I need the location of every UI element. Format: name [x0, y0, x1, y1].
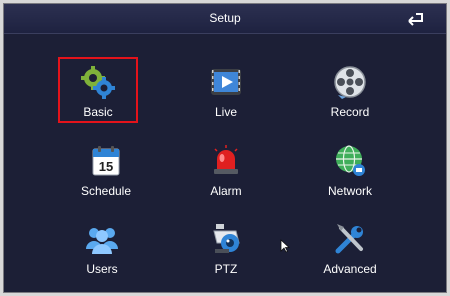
title-bar: Setup: [4, 4, 446, 34]
window-title: Setup: [209, 11, 241, 25]
menu-item-schedule[interactable]: 15 Schedule: [64, 139, 148, 205]
video-play-icon: [211, 69, 241, 95]
mouse-pointer-icon: [280, 239, 290, 253]
setup-menu-grid: Basic Live Record 15 Schedule Alarm Netw…: [4, 34, 446, 292]
menu-item-label: Users: [86, 262, 118, 276]
calendar-day-number: 15: [99, 159, 113, 174]
tools-icon: [335, 224, 363, 254]
menu-item-alarm[interactable]: Alarm: [184, 139, 268, 205]
siren-icon: [214, 145, 238, 174]
menu-item-advanced[interactable]: Advanced: [308, 217, 392, 283]
menu-item-ptz[interactable]: PTZ: [184, 217, 268, 283]
menu-item-users[interactable]: Users: [60, 217, 144, 283]
menu-item-label: Network: [327, 184, 372, 198]
calendar-icon: 15: [92, 146, 120, 176]
menu-item-label: Schedule: [80, 184, 132, 198]
film-reel-icon: [334, 66, 366, 99]
menu-item-label: Record: [330, 105, 370, 119]
menu-item-record[interactable]: Record: [308, 60, 392, 126]
menu-item-label: PTZ: [214, 262, 238, 276]
menu-item-label: Live: [214, 105, 237, 119]
globe-network-icon: [336, 145, 365, 176]
gears-icon: [81, 66, 115, 99]
menu-item-basic[interactable]: Basic: [56, 60, 140, 126]
menu-item-label: Basic: [83, 105, 113, 119]
back-arrow-icon[interactable]: [406, 10, 426, 26]
users-icon: [86, 228, 118, 254]
menu-item-label: Advanced: [323, 262, 377, 276]
menu-item-network[interactable]: Network: [308, 139, 392, 205]
menu-item-label: Alarm: [210, 184, 242, 198]
setup-window: Setup Basic Live Record 15 Schedule Alar…: [3, 3, 447, 293]
menu-item-live[interactable]: Live: [184, 60, 268, 126]
ptz-camera-icon: [213, 224, 240, 253]
